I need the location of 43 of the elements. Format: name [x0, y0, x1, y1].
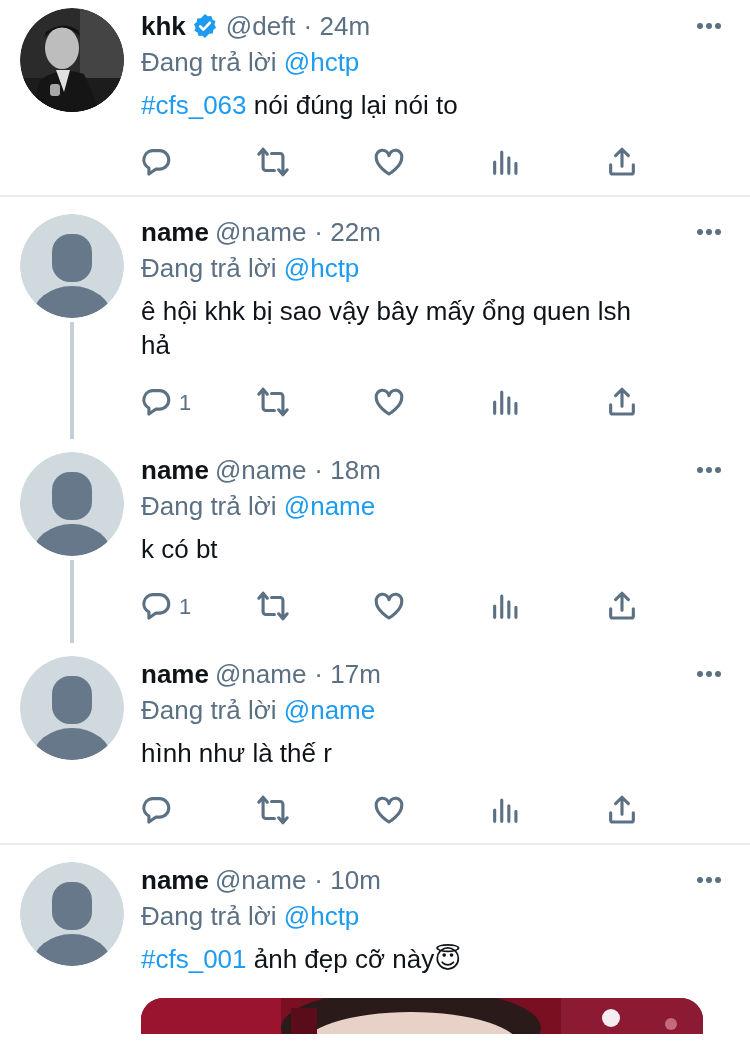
- retweet-icon[interactable]: [255, 589, 290, 623]
- tweet-text: ảnh đẹp cỡ này😇: [253, 944, 462, 974]
- reply-label: Đang trả lời: [141, 901, 277, 931]
- tweet-text: ê hội khk bị sao vậy bây mấy ổng quen lsh hả: [141, 296, 631, 360]
- user-handle[interactable]: @name: [214, 452, 307, 488]
- display-name[interactable]: name: [141, 214, 209, 250]
- reply-label: Đang trả lời: [141, 253, 277, 283]
- reply-count: 1: [179, 388, 192, 417]
- timestamp: · 10m: [314, 864, 381, 897]
- tweet-text: nói đúng lại nói to: [253, 90, 458, 120]
- more-icon[interactable]: [696, 670, 722, 678]
- display-name[interactable]: khk: [141, 8, 186, 44]
- user-handle[interactable]: @deft: [225, 8, 296, 44]
- timestamp: · 22m: [314, 216, 381, 249]
- more-icon[interactable]: [696, 466, 722, 474]
- user-handle[interactable]: @name: [214, 656, 307, 692]
- tweet-text: k có bt: [141, 534, 218, 564]
- display-name[interactable]: name: [141, 656, 209, 692]
- more-icon[interactable]: [696, 22, 722, 30]
- retweet-icon[interactable]: [255, 793, 290, 827]
- user-handle[interactable]: @name: [214, 862, 307, 898]
- mention-link[interactable]: @name: [283, 695, 376, 725]
- timestamp: · 17m: [314, 658, 381, 691]
- tweet-text: hình như là thế r: [141, 738, 332, 768]
- mention-link[interactable]: @hctp: [283, 901, 360, 931]
- user-handle[interactable]: @name: [214, 214, 307, 250]
- mention-link[interactable]: @name: [283, 491, 376, 521]
- reply-label: Đang trả lời: [141, 47, 277, 77]
- timestamp: · 18m: [314, 454, 381, 487]
- reply-label: Đang trả lời: [141, 491, 277, 521]
- retweet-icon[interactable]: [255, 145, 290, 179]
- hashtag-link[interactable]: #cfs_063: [141, 90, 247, 120]
- display-name[interactable]: name: [141, 862, 209, 898]
- more-icon[interactable]: [696, 876, 722, 884]
- display-name[interactable]: name: [141, 452, 209, 488]
- reply-count: 1: [179, 592, 192, 621]
- retweet-icon[interactable]: [255, 385, 290, 419]
- mention-link[interactable]: @hctp: [283, 253, 360, 283]
- more-icon[interactable]: [696, 228, 722, 236]
- mention-link[interactable]: @hctp: [283, 47, 360, 77]
- reply-label: Đang trả lời: [141, 695, 277, 725]
- timestamp: · 24m: [303, 10, 371, 43]
- hashtag-link[interactable]: #cfs_001: [141, 944, 247, 974]
